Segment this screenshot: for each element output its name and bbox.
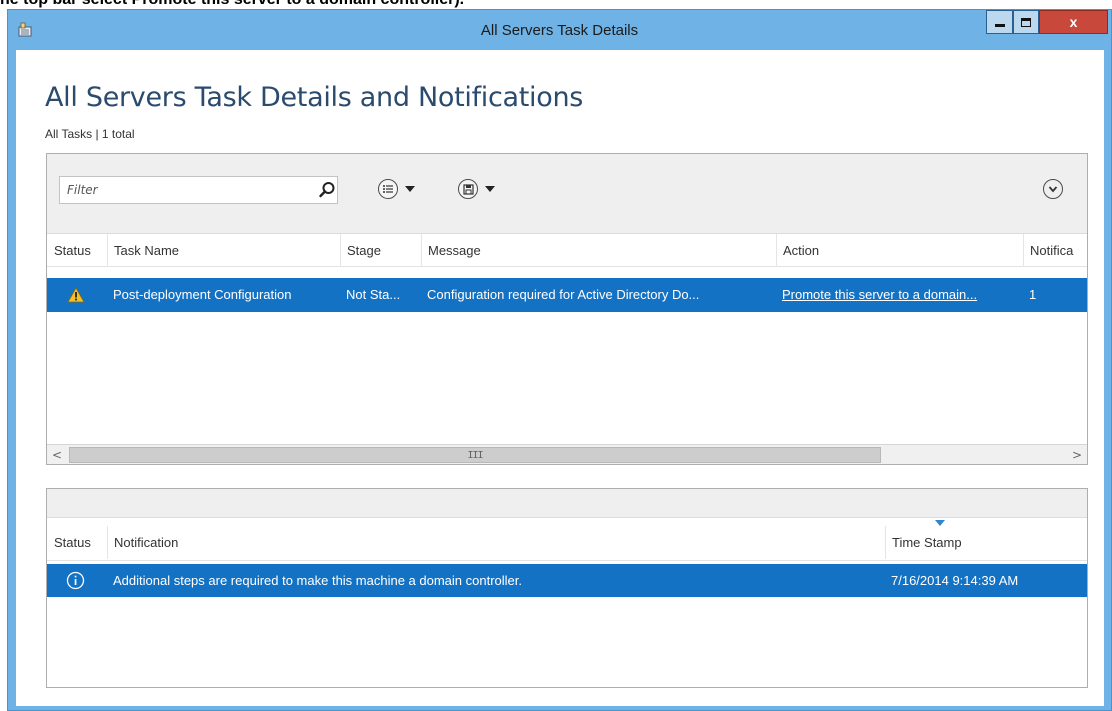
message-cell: Configuration required for Active Direct… xyxy=(427,287,700,302)
maximize-button[interactable] xyxy=(1013,10,1039,34)
dropdown-caret-icon xyxy=(405,186,415,192)
column-options-button[interactable] xyxy=(378,178,428,200)
scroll-left-button[interactable]: < xyxy=(47,445,67,464)
filter-input[interactable] xyxy=(60,177,300,203)
close-button[interactable]: x xyxy=(1039,10,1108,34)
title-bar[interactable]: All Servers Task Details x xyxy=(8,10,1111,50)
filter-box[interactable] xyxy=(59,176,338,204)
column-header-status[interactable]: Status xyxy=(47,234,107,267)
warning-icon xyxy=(67,287,85,303)
timestamp-cell: 7/16/2014 9:14:39 AM xyxy=(891,573,1019,588)
tasks-toolbar xyxy=(47,154,1087,234)
column-header-message[interactable]: Message xyxy=(421,234,776,267)
search-icon[interactable] xyxy=(318,181,336,199)
chevron-down-icon xyxy=(1048,186,1058,193)
save-query-button[interactable] xyxy=(458,178,508,200)
sort-descending-icon xyxy=(935,520,945,526)
expand-toggle-button[interactable] xyxy=(1043,179,1063,199)
column-header-status[interactable]: Status xyxy=(47,526,107,559)
column-header-action[interactable]: Action xyxy=(776,234,1023,267)
notifications-toolbar xyxy=(47,489,1087,518)
scroll-thumb[interactable]: III xyxy=(69,447,881,463)
list-options-icon xyxy=(378,179,398,199)
window-content: All Servers Task Details and Notificatio… xyxy=(16,50,1104,706)
task-details-window: All Servers Task Details x All Servers T… xyxy=(7,9,1112,711)
horizontal-scrollbar[interactable]: < III > xyxy=(47,444,1087,464)
window-title: All Servers Task Details xyxy=(480,22,639,39)
minimize-button[interactable] xyxy=(986,10,1013,34)
column-header-time-stamp[interactable]: Time Stamp xyxy=(885,526,1079,559)
notifications-panel: Status Notification Time Stamp Additiona… xyxy=(46,488,1088,688)
table-row[interactable]: Post-deployment Configuration Not Sta...… xyxy=(47,278,1087,312)
promote-server-link[interactable]: Promote this server to a domain... xyxy=(776,278,1023,312)
column-header-task-name[interactable]: Task Name xyxy=(107,234,340,267)
stage-cell: Not Sta... xyxy=(346,287,401,302)
notification-text-cell: Additional steps are required to make th… xyxy=(113,573,522,588)
page-title: All Servers Task Details and Notificatio… xyxy=(45,82,584,113)
minimize-icon xyxy=(994,24,1005,27)
column-header-notification[interactable]: Notification xyxy=(107,526,885,559)
notifications-header-row: Status Notification Time Stamp xyxy=(47,518,1087,561)
task-name-cell: Post-deployment Configuration xyxy=(113,287,292,302)
maximize-icon xyxy=(1021,17,1031,27)
table-row[interactable]: Additional steps are required to make th… xyxy=(47,564,1087,597)
close-icon: x xyxy=(1069,14,1078,30)
scroll-grip-icon: III xyxy=(467,449,483,461)
dropdown-caret-icon xyxy=(485,186,495,192)
scroll-right-button[interactable]: > xyxy=(1067,445,1087,464)
tasks-header-row: Status Task Name Stage Message Action No… xyxy=(47,234,1087,267)
column-header-stage[interactable]: Stage xyxy=(340,234,421,267)
column-header-notifications[interactable]: Notifica xyxy=(1023,234,1087,267)
notifications-count-cell: 1 xyxy=(1029,287,1037,302)
save-icon xyxy=(458,179,478,199)
document-caption: he top bar select Promote this server to… xyxy=(0,0,760,9)
info-icon xyxy=(66,571,85,590)
task-summary: All Tasks | 1 total xyxy=(45,127,135,141)
tasks-panel: Status Task Name Stage Message Action No… xyxy=(46,153,1088,465)
